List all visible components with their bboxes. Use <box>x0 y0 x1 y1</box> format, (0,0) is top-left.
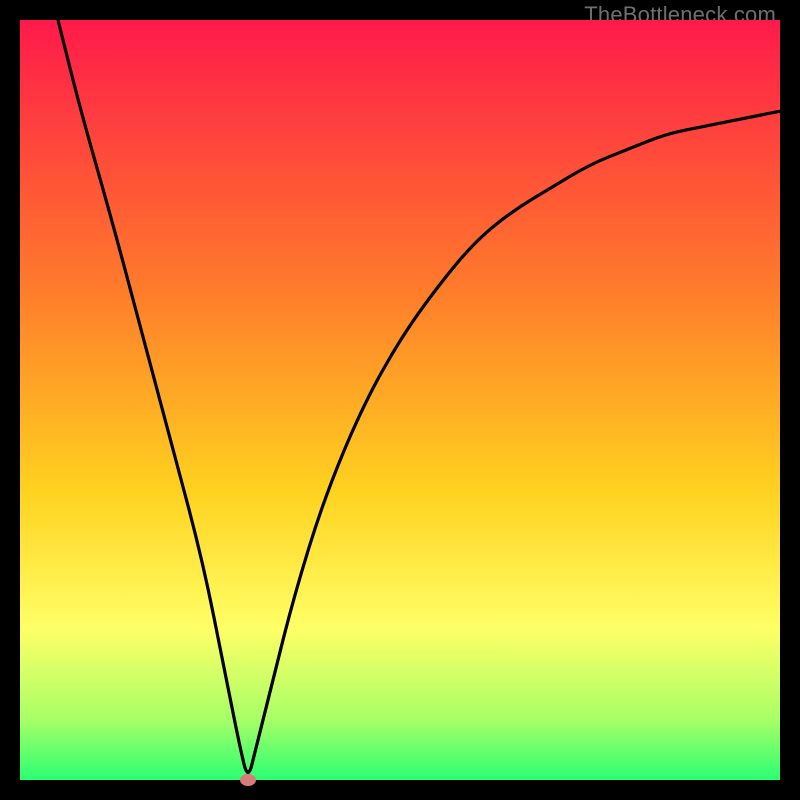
chart-curve-layer <box>20 20 780 780</box>
bottleneck-curve <box>58 20 780 772</box>
optimal-marker-icon <box>240 774 256 786</box>
